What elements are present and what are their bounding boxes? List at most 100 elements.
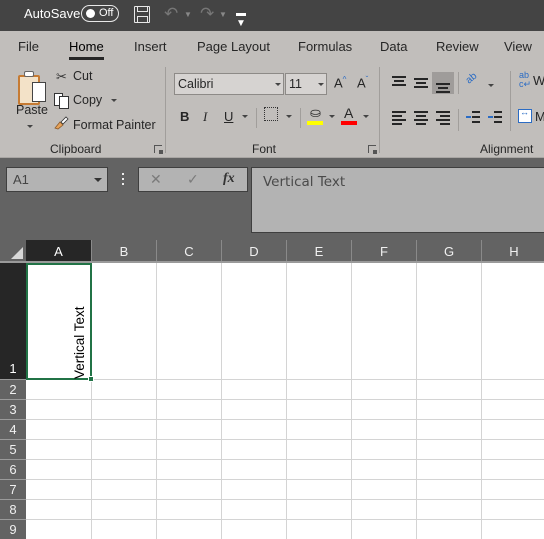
orientation-icon[interactable]: ab: [464, 71, 480, 87]
tab-review[interactable]: Review: [436, 39, 479, 54]
group-divider: [165, 67, 166, 153]
fill-color-swatch: [307, 121, 323, 125]
column-header-e[interactable]: E: [287, 240, 352, 261]
select-all-button[interactable]: [0, 240, 26, 261]
fill-handle[interactable]: [88, 376, 94, 382]
name-box[interactable]: A1: [6, 167, 108, 192]
alignment-group-label: Alignment: [480, 142, 534, 156]
chevron-down-icon[interactable]: [94, 178, 102, 182]
merge-center-icon[interactable]: ↔: [518, 107, 532, 123]
tab-data[interactable]: Data: [380, 39, 407, 54]
middle-align-icon[interactable]: [414, 75, 428, 88]
formula-input[interactable]: Vertical Text: [251, 167, 544, 233]
align-right-icon[interactable]: [436, 110, 450, 125]
row-header-8[interactable]: 8: [0, 500, 26, 520]
row-header-4[interactable]: 4: [0, 420, 26, 440]
decrease-indent-icon[interactable]: [466, 110, 480, 123]
column-header-c[interactable]: C: [157, 240, 222, 261]
decrease-font-size-icon[interactable]: Aˇ: [357, 75, 368, 90]
top-align-icon[interactable]: [392, 75, 406, 87]
autosave-toggle[interactable]: Off: [81, 5, 119, 22]
gridline: [26, 479, 544, 480]
orientation-dropdown-icon[interactable]: [488, 84, 494, 87]
font-name-select[interactable]: Calibri: [174, 73, 284, 95]
autosave-label: AutoSave: [24, 6, 81, 21]
italic-button[interactable]: I: [203, 109, 207, 125]
cancel-icon[interactable]: ✕: [150, 171, 162, 188]
wrap-text-button[interactable]: W: [533, 73, 544, 88]
increase-indent-icon[interactable]: [488, 110, 502, 123]
row-header-1[interactable]: 1: [0, 263, 26, 380]
redo-dropdown-icon[interactable]: ▼: [219, 10, 227, 19]
format-painter-button[interactable]: Format Painter: [73, 118, 156, 132]
column-header-b[interactable]: B: [92, 240, 157, 261]
divider: [458, 109, 459, 131]
bold-button[interactable]: B: [180, 109, 189, 124]
chevron-down-icon: [275, 83, 281, 86]
align-center-icon[interactable]: [414, 110, 428, 125]
copy-button[interactable]: Copy: [73, 93, 102, 107]
row-header-7[interactable]: 7: [0, 480, 26, 500]
row-header-3[interactable]: 3: [0, 400, 26, 420]
formula-buttons: ✕ ✓ fx: [138, 167, 248, 192]
font-size-value: 11: [289, 77, 302, 91]
column-header-f[interactable]: F: [352, 240, 417, 261]
column-header-h[interactable]: H: [482, 240, 544, 261]
underline-button[interactable]: U: [224, 109, 233, 124]
name-box-value: A1: [13, 172, 29, 187]
paste-button[interactable]: Paste: [16, 103, 48, 117]
font-launcher-icon[interactable]: [368, 145, 377, 154]
cell-grid[interactable]: Vertical Text: [26, 263, 544, 539]
tab-page-layout[interactable]: Page Layout: [197, 39, 270, 54]
column-headers: A B C D E F G H: [0, 240, 544, 263]
gridline: [481, 263, 482, 539]
undo-icon[interactable]: ↶: [164, 5, 178, 22]
gridline: [26, 499, 544, 500]
insert-function-icon[interactable]: fx: [223, 171, 235, 187]
wrap-text-icon[interactable]: ab c↵: [519, 71, 531, 89]
column-header-d[interactable]: D: [222, 240, 287, 261]
cut-button[interactable]: Cut: [73, 69, 92, 83]
row-header-5[interactable]: 5: [0, 440, 26, 460]
borders-dropdown-icon[interactable]: [286, 115, 292, 118]
merge-center-button[interactable]: M: [535, 109, 544, 124]
tab-view[interactable]: View: [504, 39, 532, 54]
underline-dropdown-icon[interactable]: [242, 115, 248, 118]
paste-dropdown-icon[interactable]: [27, 125, 33, 128]
formula-bar-area: A1 ✕ ✓ fx Vertical Text: [0, 158, 544, 240]
tab-file[interactable]: File: [18, 39, 39, 54]
row-header-9[interactable]: 9: [0, 520, 26, 539]
tab-home[interactable]: Home: [69, 39, 104, 60]
row-header-2[interactable]: 2: [0, 380, 26, 400]
format-painter-icon: [54, 116, 69, 130]
fill-color-dropdown-icon[interactable]: [329, 115, 335, 118]
customize-quick-access-icon[interactable]: ▬ ▼: [236, 9, 246, 29]
ribbon-tabs: File Home Insert Page Layout Formulas Da…: [0, 31, 544, 63]
column-header-g[interactable]: G: [417, 240, 482, 261]
redo-icon[interactable]: ↷: [200, 5, 214, 22]
font-size-select[interactable]: 11: [285, 73, 327, 95]
more-options-icon[interactable]: [122, 173, 125, 187]
clipboard-group-label: Clipboard: [50, 142, 102, 156]
tab-formulas[interactable]: Formulas: [298, 39, 352, 54]
save-icon[interactable]: [134, 6, 150, 23]
row-header-6[interactable]: 6: [0, 460, 26, 480]
enter-icon[interactable]: ✓: [187, 171, 199, 188]
column-header-a[interactable]: A: [26, 240, 92, 261]
borders-icon[interactable]: [264, 107, 278, 121]
ribbon: Paste ✂ Cut Copy Format Painter Clipboar…: [0, 63, 544, 158]
divider: [300, 108, 301, 128]
paste-icon[interactable]: [18, 71, 48, 107]
clip-shape: [24, 71, 34, 77]
undo-dropdown-icon[interactable]: ▼: [184, 10, 192, 19]
font-color-icon[interactable]: A: [344, 105, 353, 121]
bottom-align-button-active[interactable]: [432, 72, 454, 94]
increase-font-size-icon[interactable]: A^: [334, 75, 346, 90]
fill-color-icon[interactable]: ⛀: [310, 105, 321, 121]
tab-insert[interactable]: Insert: [134, 39, 167, 54]
copy-dropdown-icon[interactable]: [111, 99, 117, 102]
gridline: [26, 419, 544, 420]
align-left-icon[interactable]: [392, 110, 406, 125]
font-color-dropdown-icon[interactable]: [363, 115, 369, 118]
clipboard-launcher-icon[interactable]: [154, 145, 163, 154]
